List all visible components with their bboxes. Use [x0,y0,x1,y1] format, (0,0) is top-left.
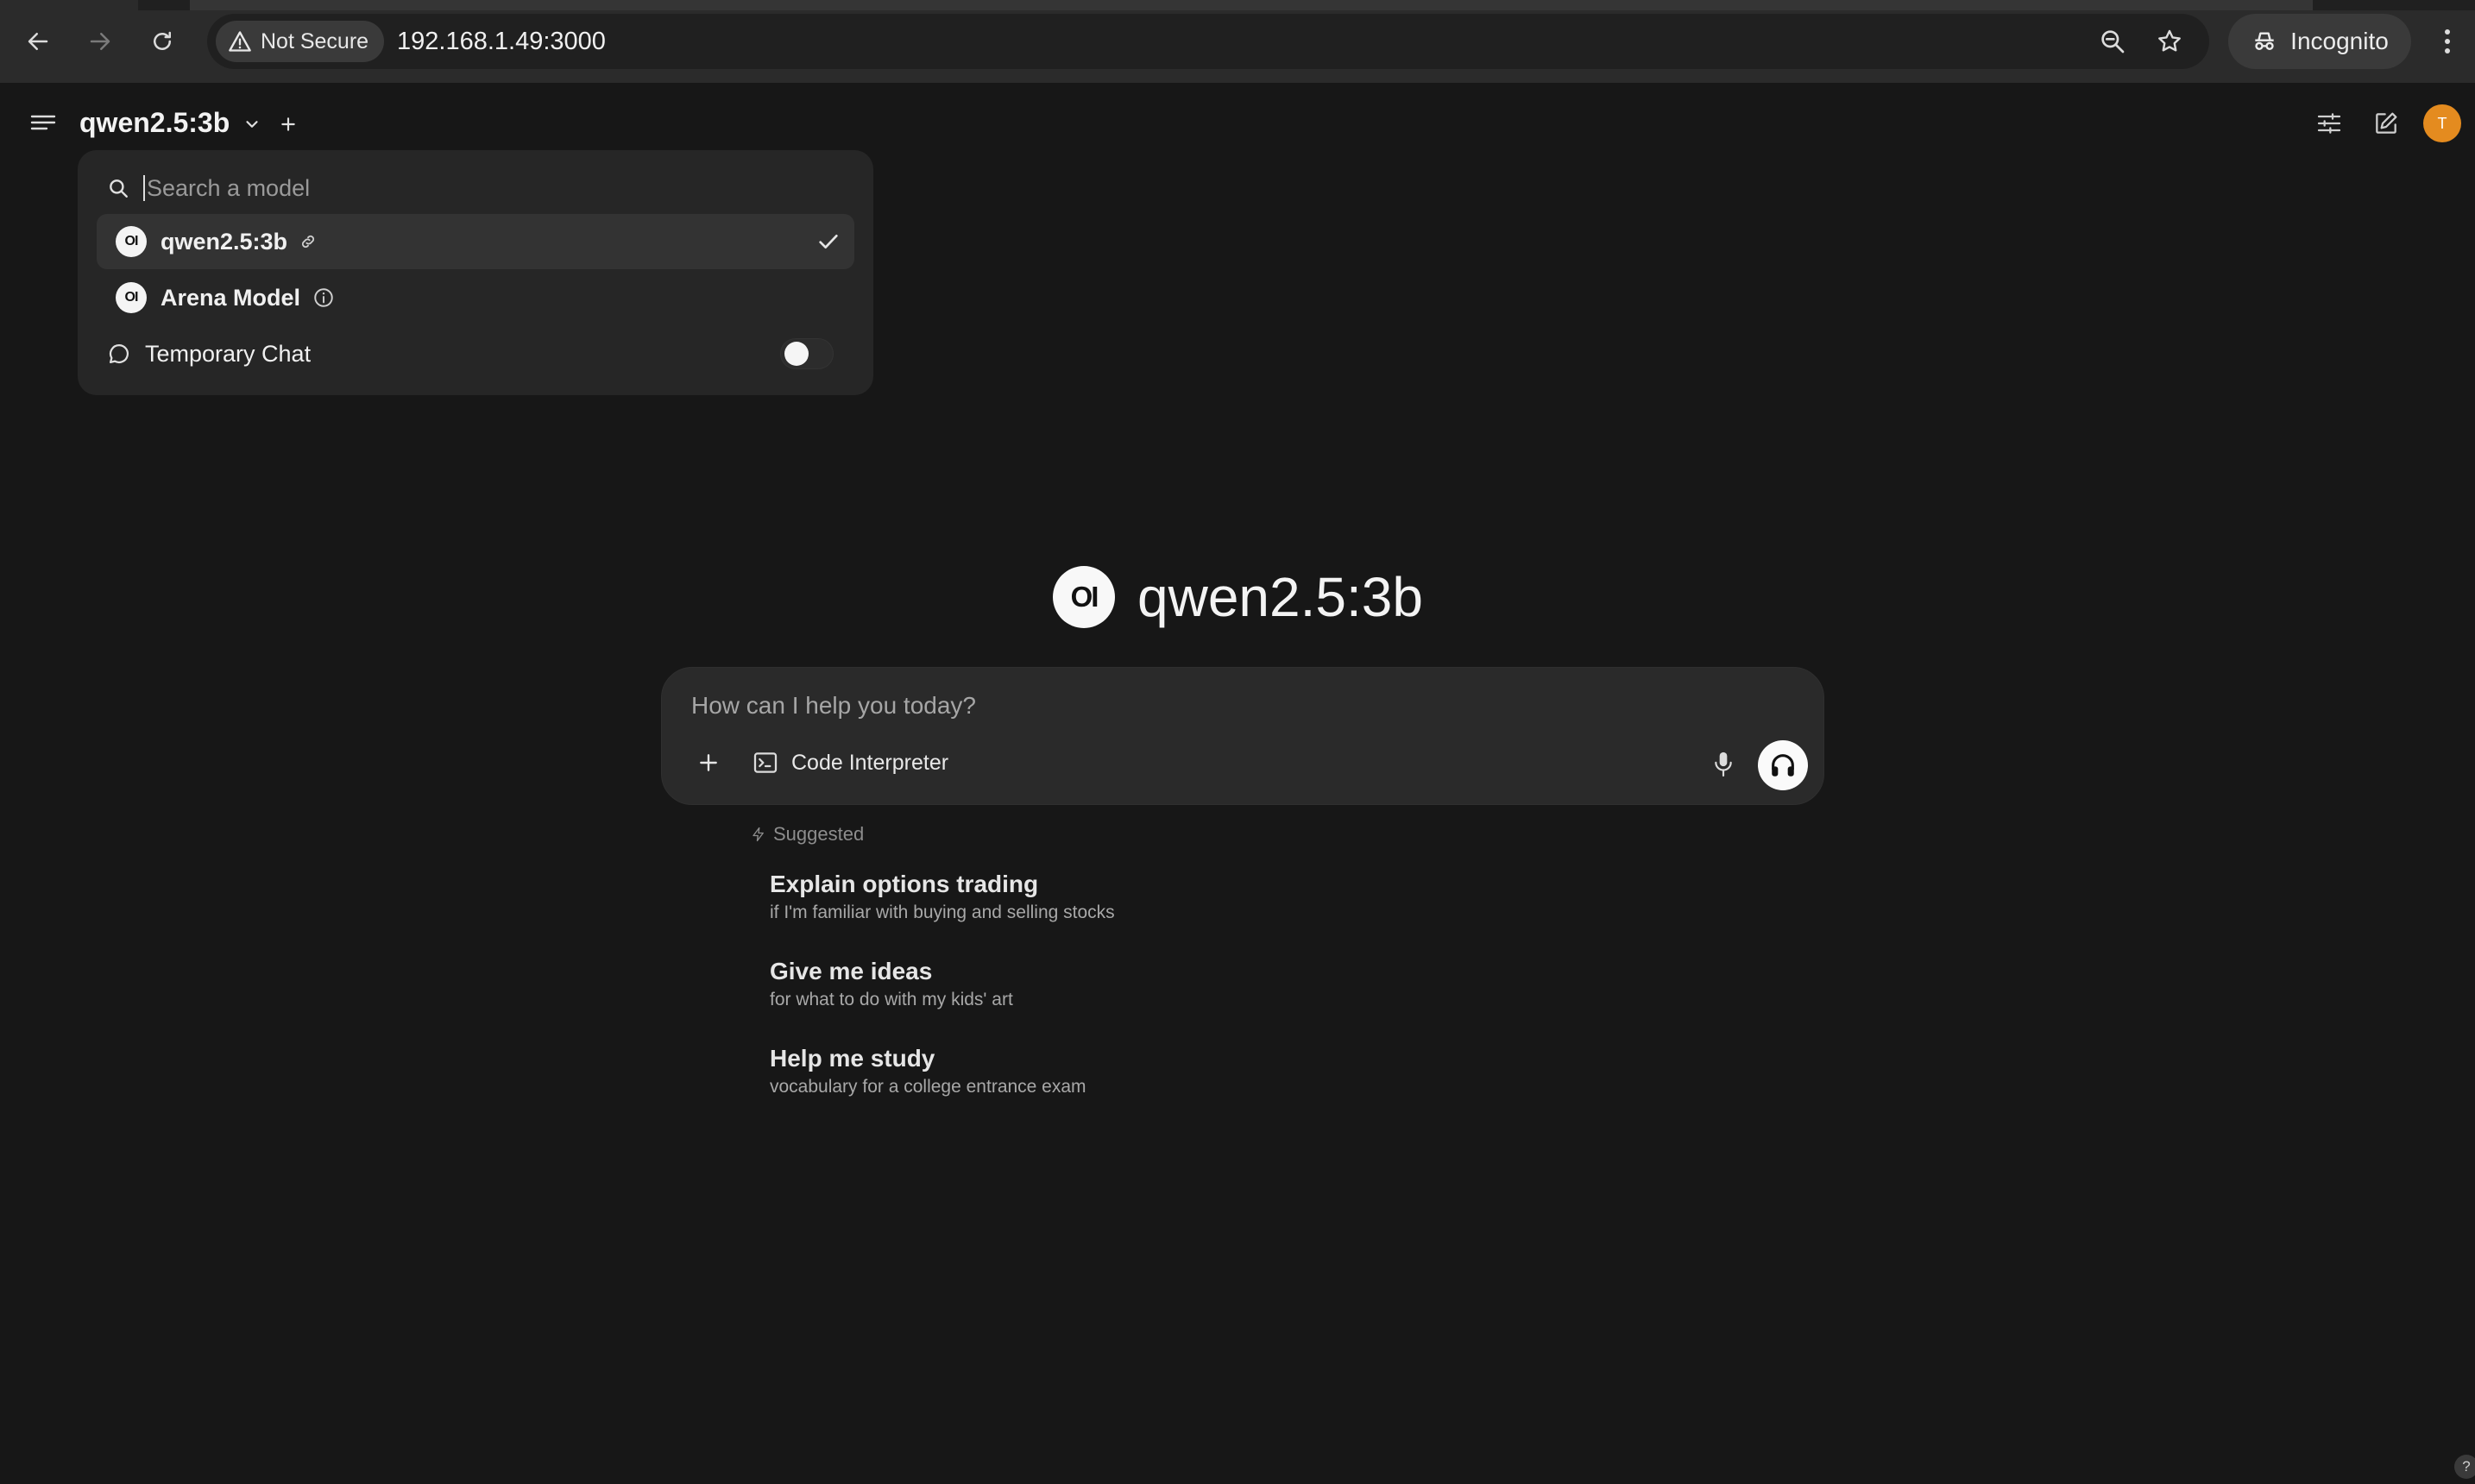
suggestion-title: Help me study [770,1045,935,1072]
suggestion-subtitle: if I'm familiar with buying and selling … [770,902,1115,922]
plus-icon [281,117,295,131]
openwebui-logo-icon: OI [116,226,147,257]
openwebui-logo-icon: OI [1053,566,1115,628]
suggestion-subtitle: vocabulary for a college entrance exam [770,1077,1086,1097]
suggested-heading: Suggested [751,823,864,846]
model-option-label: qwen2.5:3b [161,228,288,255]
temporary-chat-row[interactable]: Temporary Chat [97,326,854,381]
security-label: Not Secure [261,28,369,53]
zoom-button[interactable] [2097,26,2128,57]
suggestion-item[interactable]: Explain options trading if I'm familiar … [770,869,1115,926]
openwebui-logo-icon: OI [116,282,147,313]
more-vertical-icon [2445,29,2450,53]
model-option-label: Arena Model [161,284,301,311]
suggestion-item[interactable]: Help me study vocabulary for a college e… [770,1043,1086,1100]
edit-icon [2376,112,2397,134]
forward-button[interactable] [79,21,121,62]
warning-icon [229,31,251,52]
temporary-chat-toggle[interactable] [780,338,834,369]
zoom-out-icon [2101,30,2125,53]
suggestion-subtitle: for what to do with my kids' art [770,990,1013,1009]
model-option-arena[interactable]: OI Arena Model [97,270,854,325]
help-button[interactable]: ? [2454,1455,2475,1479]
browser-toolbar: Not Secure 192.168.1.49:3000 Incognito [0,0,2475,83]
bolt-icon [753,827,764,842]
incognito-badge[interactable]: Incognito [2228,14,2411,69]
headphones-icon [1772,754,1794,777]
microphone-icon [1715,751,1732,777]
voice-mode-button[interactable] [1758,740,1808,790]
suggestion-title: Explain options trading [770,871,1039,897]
code-interpreter-label: Code Interpreter [791,750,949,775]
reload-button[interactable] [142,21,183,62]
user-avatar[interactable]: T [2423,104,2461,142]
chevron-down-icon [246,121,258,128]
link-icon [302,235,315,248]
model-search[interactable]: Search a model [107,167,310,209]
search-icon [110,179,128,198]
arrow-right-icon [90,33,110,50]
temporary-chat-label: Temporary Chat [145,340,312,367]
incognito-label: Incognito [2290,28,2389,54]
sidebar-toggle-button[interactable] [26,109,60,136]
active-tab[interactable] [0,0,138,10]
model-selector-chevron[interactable] [240,112,264,136]
suggestion-title: Give me ideas [770,958,933,984]
tab-strip [0,0,2475,10]
arrow-left-icon [28,33,48,50]
plus-icon [700,754,717,771]
add-model-button[interactable] [274,110,302,138]
check-icon [819,235,838,248]
back-button[interactable] [17,21,59,62]
url-text[interactable]: 192.168.1.49:3000 [397,14,606,69]
sliders-icon [2317,113,2341,134]
toggle-knob [784,342,809,366]
star-icon [2158,29,2181,52]
chat-bubble-icon [109,343,129,364]
info-icon[interactable] [312,286,335,309]
menu-icon [30,115,56,130]
suggested-label: Suggested [773,823,865,845]
model-hero: OI qwen2.5:3b [1053,564,1423,630]
attach-button[interactable] [688,742,729,783]
browser-menu-button[interactable] [2430,21,2465,62]
code-interpreter-button[interactable]: Code Interpreter [752,745,948,780]
dictate-button[interactable] [1704,744,1742,785]
controls-button[interactable] [2311,105,2347,141]
hero-model-name: qwen2.5:3b [1137,566,1423,628]
model-option-qwen[interactable]: OI qwen2.5:3b [97,214,854,269]
incognito-icon [2255,32,2274,50]
model-search-placeholder[interactable]: Search a model [147,175,310,202]
text-cursor [143,175,145,201]
model-dropdown: Search a model OI qwen2.5:3b OI Arena Mo… [78,150,873,395]
chat-composer: Code Interpreter [661,667,1824,805]
message-input[interactable] [691,687,1727,725]
bookmark-button[interactable] [2154,26,2185,57]
tab-strip-background [190,0,2313,10]
new-chat-button[interactable] [2368,105,2404,141]
terminal-icon [753,752,778,773]
address-bar[interactable]: Not Secure 192.168.1.49:3000 [207,14,2209,69]
site-security-chip[interactable]: Not Secure [216,21,385,62]
suggestion-item[interactable]: Give me ideas for what to do with my kid… [770,956,1013,1013]
model-selector[interactable]: qwen2.5:3b [79,104,230,141]
reload-icon [154,31,171,50]
